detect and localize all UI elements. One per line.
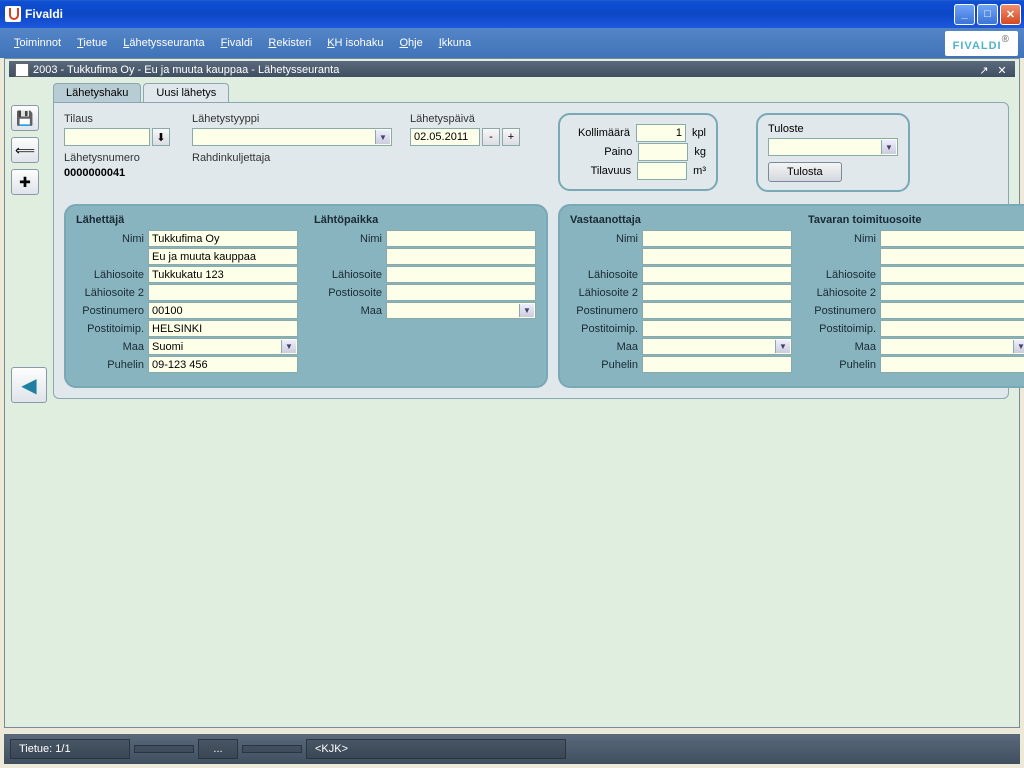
status-mid: ...: [198, 739, 238, 759]
chevron-down-icon: ▼: [281, 340, 296, 353]
kollimaara-input[interactable]: [636, 124, 686, 142]
vastaanottaja-nimi-input[interactable]: [642, 230, 792, 247]
status-user: <KJK>: [306, 739, 566, 759]
lahettaja-postitoimip-input[interactable]: [148, 320, 298, 337]
toimitusosoite-header: Tavaran toimituosoite: [808, 214, 1024, 226]
tab-uusi-lahetys[interactable]: Uusi lähetys: [143, 83, 229, 102]
subwindow-title: 2003 - Tukkufima Oy - Eu ja muuta kauppa…: [33, 64, 339, 76]
lahetyspaiva-label: Lähetyspäivä: [410, 113, 520, 125]
lahetysnumero-label: Lähetysnumero: [64, 152, 174, 164]
document-icon: [15, 63, 29, 77]
tuloste-combo[interactable]: ▼: [768, 138, 898, 156]
tuloste-header: Tuloste: [768, 123, 898, 135]
minimize-button[interactable]: _: [954, 4, 975, 25]
tab-panel-uusi-lahetys: Tilaus ⬇ Lähetysnumero 0000000041 Lähety…: [53, 102, 1009, 399]
menu-khisohaku[interactable]: KH isohaku: [319, 33, 391, 53]
vastaanottaja-maa-combo[interactable]: ▼: [642, 338, 792, 355]
lahettaja-puhelin-input[interactable]: [148, 356, 298, 373]
status-record: Tietue: 1/1: [10, 739, 130, 759]
menu-lahetysseuranta[interactable]: Lähetysseuranta: [115, 33, 212, 53]
vastaanottaja-puhelin-input[interactable]: [642, 356, 792, 373]
vastaanottaja-header: Vastaanottaja: [570, 214, 792, 226]
paino-label: Paino: [604, 146, 632, 158]
tilaus-lookup-button[interactable]: ⬇: [152, 128, 170, 146]
brand-logo: FIVALDI®: [945, 31, 1018, 56]
lahtopaikka-nimi2-input[interactable]: [386, 248, 536, 265]
menu-ikkuna[interactable]: Ikkuna: [431, 33, 479, 53]
kollimaara-label: Kollimäärä: [578, 127, 630, 139]
lahetysnumero-value: 0000000041: [64, 167, 174, 179]
lahtopaikka-lahiosoite-input[interactable]: [386, 266, 536, 283]
tulosta-button[interactable]: Tulosta: [768, 162, 842, 182]
menubar: Toiminnot Tietue Lähetysseuranta Fivaldi…: [0, 28, 1024, 58]
menu-tietue[interactable]: Tietue: [69, 33, 115, 53]
chevron-down-icon: ▼: [375, 130, 390, 144]
maximize-button[interactable]: □: [977, 4, 998, 25]
rahdinkuljettaja-label: Rahdinkuljettaja: [192, 152, 392, 164]
lahetystyyppi-combo[interactable]: ▼: [192, 128, 392, 146]
toimitus-maa-combo[interactable]: ▼: [880, 338, 1024, 355]
toimitus-postitoimip-input[interactable]: [880, 320, 1024, 337]
status-empty2: [242, 745, 302, 753]
lahetyspaiva-input[interactable]: [410, 128, 480, 146]
vastaanottaja-nimi2-input[interactable]: [642, 248, 792, 265]
java-icon: [5, 6, 21, 22]
toimitus-lahiosoite-input[interactable]: [880, 266, 1024, 283]
toimitus-lahiosoite2-input[interactable]: [880, 284, 1024, 301]
chevron-down-icon: ▼: [1013, 340, 1024, 353]
menu-fivaldi[interactable]: Fivaldi: [213, 33, 261, 53]
lahetystyyppi-label: Lähetystyyppi: [192, 113, 392, 125]
lahettaja-lahiosoite-input[interactable]: [148, 266, 298, 283]
status-empty1: [134, 745, 194, 753]
lahtopaikka-postiosoite-input[interactable]: [386, 284, 536, 301]
lahettaja-nimi1-input[interactable]: [148, 230, 298, 247]
vastaanottaja-postinumero-input[interactable]: [642, 302, 792, 319]
lahettaja-maa-combo[interactable]: Suomi▼: [148, 338, 298, 355]
window-title: Fivaldi: [25, 7, 954, 21]
paino-input[interactable]: [638, 143, 688, 161]
lahettaja-nimi2-input[interactable]: [148, 248, 298, 265]
kolli-unit: kpl: [692, 127, 706, 139]
toimitus-postinumero-input[interactable]: [880, 302, 1024, 319]
save-button[interactable]: 💾: [11, 105, 39, 131]
tilavuus-label: Tilavuus: [591, 165, 632, 177]
close-button[interactable]: ✕: [1000, 4, 1021, 25]
exit-button[interactable]: ⟸: [11, 137, 39, 163]
print-box: Tuloste ▼ Tulosta: [756, 113, 910, 192]
lahtopaikka-nimi-input[interactable]: [386, 230, 536, 247]
chevron-down-icon: ▼: [519, 304, 534, 317]
send-arrow-button[interactable]: ◀: [11, 367, 47, 403]
chevron-down-icon: ▼: [881, 140, 896, 154]
lahettaja-lahiosoite2-input[interactable]: [148, 284, 298, 301]
lahettaja-postinumero-input[interactable]: [148, 302, 298, 319]
chevron-down-icon: ▼: [775, 340, 790, 353]
date-minus-button[interactable]: -: [482, 128, 500, 146]
statusbar: Tietue: 1/1 ... <KJK>: [4, 734, 1020, 764]
menu-rekisteri[interactable]: Rekisteri: [260, 33, 319, 53]
date-plus-button[interactable]: +: [502, 128, 520, 146]
package-box: Kollimäärä kpl Paino kg Tilavuus m³: [558, 113, 718, 191]
window-titlebar: Fivaldi _ □ ✕: [0, 0, 1024, 28]
new-record-button[interactable]: ✚: [11, 169, 39, 195]
toimitus-nimi2-input[interactable]: [880, 248, 1024, 265]
tilaus-input[interactable]: [64, 128, 150, 146]
tilavuus-input[interactable]: [637, 162, 687, 180]
vastaanottaja-lahiosoite2-input[interactable]: [642, 284, 792, 301]
paino-unit: kg: [694, 146, 706, 158]
lahettaja-header: Lähettäjä: [76, 214, 298, 226]
toimitus-puhelin-input[interactable]: [880, 356, 1024, 373]
tilaus-label: Tilaus: [64, 113, 174, 125]
tilavuus-unit: m³: [693, 165, 706, 177]
vastaanottaja-lahiosoite-input[interactable]: [642, 266, 792, 283]
lahtopaikka-header: Lähtöpaikka: [314, 214, 536, 226]
lahtopaikka-maa-combo[interactable]: ▼: [386, 302, 536, 319]
menu-ohje[interactable]: Ohje: [391, 33, 430, 53]
tab-lahetyshaku[interactable]: Lähetyshaku: [53, 83, 141, 102]
vastaanottaja-postitoimip-input[interactable]: [642, 320, 792, 337]
sub-restore-icon[interactable]: ↗: [977, 63, 991, 77]
sub-close-icon[interactable]: ✕: [995, 63, 1009, 77]
menu-toiminnot[interactable]: Toiminnot: [6, 33, 69, 53]
toimitus-nimi-input[interactable]: [880, 230, 1024, 247]
